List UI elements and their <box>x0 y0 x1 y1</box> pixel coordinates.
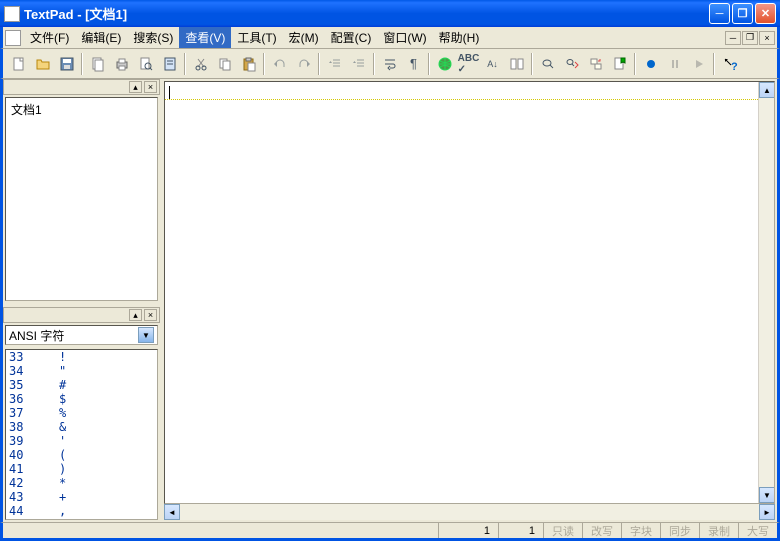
macro-record-icon[interactable] <box>639 52 662 75</box>
status-col: 1 <box>498 523 543 538</box>
indent-icon[interactable] <box>323 52 346 75</box>
scroll-up-icon[interactable]: ▲ <box>759 82 775 98</box>
editor-guideline <box>165 99 760 100</box>
paste-icon[interactable] <box>237 52 260 75</box>
show-para-icon[interactable]: ¶ <box>402 52 425 75</box>
app-icon <box>4 6 20 22</box>
macro-pause-icon[interactable] <box>663 52 686 75</box>
new-file-icon[interactable] <box>7 52 30 75</box>
char-list[interactable]: 33!34"35#36$37%38&39'40(41)42*43+44, <box>5 349 158 520</box>
menu-tools[interactable]: 工具(T) <box>231 27 282 48</box>
menu-search[interactable]: 搜索(S) <box>127 27 179 48</box>
char-row[interactable]: 41) <box>6 462 157 476</box>
char-row[interactable]: 38& <box>6 420 157 434</box>
minimize-button[interactable]: ─ <box>709 3 730 24</box>
copy-icon[interactable] <box>213 52 236 75</box>
sort-asc-icon[interactable]: A↓ <box>481 52 504 75</box>
hscroll-track[interactable] <box>180 504 759 520</box>
window-controls: ─ ❐ ✕ <box>709 3 776 24</box>
horizontal-scrollbar[interactable]: ◄ ► <box>164 504 775 520</box>
panel-close-icon[interactable]: × <box>144 81 157 93</box>
text-cursor <box>169 86 170 100</box>
char-row[interactable]: 37% <box>6 406 157 420</box>
editor-area: ▲ ▼ ◄ ► <box>164 79 777 522</box>
charset-dropdown[interactable]: ANSI 字符 ▼ <box>5 325 158 345</box>
char-row[interactable]: 40( <box>6 448 157 462</box>
status-line: 1 <box>438 523 498 538</box>
menu-config[interactable]: 配置(C) <box>325 27 378 48</box>
left-panel: ▴ × 文档1 ▴ × ANSI 字符 ▼ 33!34"35#36$37%38&… <box>3 79 160 522</box>
menu-file[interactable]: 文件(F) <box>24 27 75 48</box>
char-row[interactable]: 36$ <box>6 392 157 406</box>
toolbar: ¶ ABC✓ A↓ ? <box>0 49 780 79</box>
outdent-icon[interactable] <box>347 52 370 75</box>
vertical-scrollbar[interactable]: ▲ ▼ <box>758 82 774 503</box>
svg-text:?: ? <box>731 61 738 72</box>
panel-close-icon[interactable]: × <box>144 309 157 321</box>
document-item[interactable]: 文档1 <box>8 100 155 119</box>
replace-icon[interactable] <box>584 52 607 75</box>
macro-play-icon[interactable] <box>687 52 710 75</box>
spellcheck-icon[interactable]: ABC✓ <box>457 52 480 75</box>
charset-label: ANSI 字符 <box>9 327 64 344</box>
compare-icon[interactable] <box>505 52 528 75</box>
find-next-icon[interactable] <box>560 52 583 75</box>
title-bar: TextPad - [文档1] ─ ❐ ✕ <box>0 0 780 27</box>
mdi-icon[interactable] <box>5 30 21 46</box>
status-sync: 同步 <box>660 523 699 538</box>
window-title: TextPad - [文档1] <box>24 4 709 23</box>
undo-icon[interactable] <box>268 52 291 75</box>
cut-icon[interactable] <box>189 52 212 75</box>
menu-view[interactable]: 查看(V) <box>179 27 231 48</box>
print-icon[interactable] <box>110 52 133 75</box>
scroll-down-icon[interactable]: ▼ <box>759 487 775 503</box>
scroll-right-icon[interactable]: ► <box>759 504 775 520</box>
menu-window[interactable]: 窗口(W) <box>377 27 432 48</box>
dropdown-arrow-icon: ▼ <box>138 327 154 343</box>
mdi-controls: ─ ❐ × <box>725 31 775 45</box>
redo-icon[interactable] <box>292 52 315 75</box>
char-panel: ▴ × ANSI 字符 ▼ 33!34"35#36$37%38&39'40(41… <box>3 307 160 522</box>
doclist-panel-header: ▴ × <box>3 79 160 95</box>
char-row[interactable]: 34" <box>6 364 157 378</box>
status-overwrite: 改写 <box>582 523 621 538</box>
mdi-restore[interactable]: ❐ <box>742 31 758 45</box>
menu-macro[interactable]: 宏(M) <box>283 27 325 48</box>
document-list[interactable]: 文档1 <box>5 97 158 301</box>
status-caps: 大写 <box>738 523 777 538</box>
char-row[interactable]: 35# <box>6 378 157 392</box>
char-row[interactable]: 39' <box>6 434 157 448</box>
panel-menu-icon[interactable]: ▴ <box>129 81 142 93</box>
browser-icon[interactable] <box>433 52 456 75</box>
content-area: ▴ × 文档1 ▴ × ANSI 字符 ▼ 33!34"35#36$37%38&… <box>0 79 780 522</box>
menu-help[interactable]: 帮助(H) <box>433 27 486 48</box>
mdi-close[interactable]: × <box>759 31 775 45</box>
panel-menu-icon[interactable]: ▴ <box>129 309 142 321</box>
open-file-icon[interactable] <box>31 52 54 75</box>
close-button[interactable]: ✕ <box>755 3 776 24</box>
properties-icon[interactable] <box>158 52 181 75</box>
menu-edit[interactable]: 编辑(E) <box>75 27 127 48</box>
status-block: 字块 <box>621 523 660 538</box>
bookmark-icon[interactable] <box>608 52 631 75</box>
wordwrap-icon[interactable] <box>378 52 401 75</box>
char-row[interactable]: 44, <box>6 504 157 518</box>
status-record: 录制 <box>699 523 738 538</box>
find-icon[interactable] <box>536 52 559 75</box>
status-readonly: 只读 <box>543 523 582 538</box>
status-bar: 1 1 只读 改写 字块 同步 录制 大写 <box>0 522 780 541</box>
maximize-button[interactable]: ❐ <box>732 3 753 24</box>
char-panel-header: ▴ × <box>3 307 160 323</box>
char-row[interactable]: 43+ <box>6 490 157 504</box>
text-editor[interactable]: ▲ ▼ <box>164 81 775 504</box>
mdi-minimize[interactable]: ─ <box>725 31 741 45</box>
char-row[interactable]: 42* <box>6 476 157 490</box>
char-row[interactable]: 33! <box>6 350 157 364</box>
manage-files-icon[interactable] <box>86 52 109 75</box>
print-preview-icon[interactable] <box>134 52 157 75</box>
scroll-left-icon[interactable]: ◄ <box>164 504 180 520</box>
save-icon[interactable] <box>55 52 78 75</box>
context-help-icon[interactable]: ? <box>718 52 741 75</box>
menu-bar: 文件(F) 编辑(E) 搜索(S) 查看(V) 工具(T) 宏(M) 配置(C)… <box>0 27 780 49</box>
